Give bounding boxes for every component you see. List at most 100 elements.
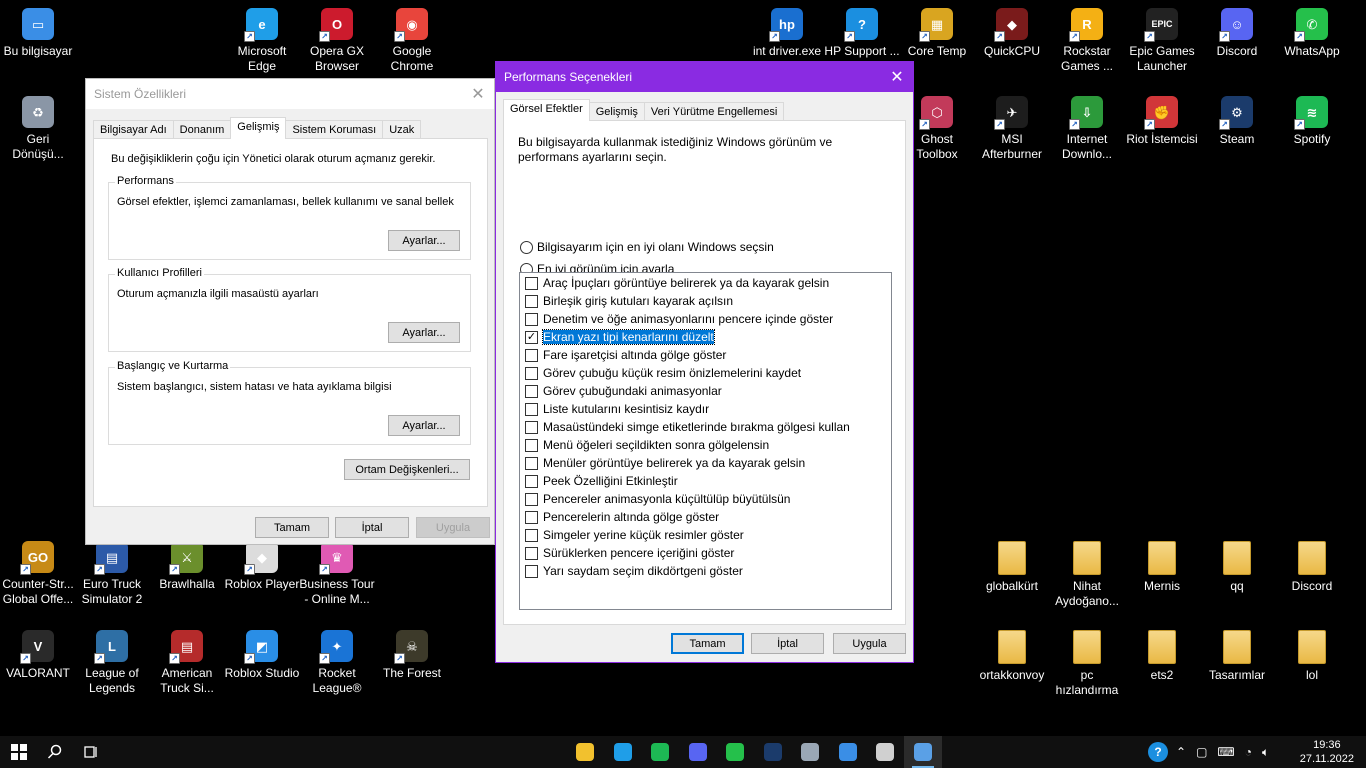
- checkbox-icon[interactable]: [525, 276, 538, 290]
- desktop-icon-hp-support[interactable]: ? ↗ HP Support ...: [824, 8, 900, 59]
- desktop-icon-mernis[interactable]: Mernis: [1124, 541, 1200, 594]
- taskbar-app-7[interactable]: [829, 736, 867, 768]
- desktop-icon-whatsapp[interactable]: ✆ ↗ WhatsApp: [1274, 8, 1350, 59]
- desktop-icon-business-tour[interactable]: ♛ ↗ Business Tour - Online M...: [299, 541, 375, 607]
- visual-effect-option[interactable]: Denetim ve öğe animasyonlarını pencere i…: [525, 310, 833, 328]
- desktop-icon-opera[interactable]: O ↗ Opera GX Browser: [299, 8, 375, 74]
- volume-icon[interactable]: 🔈︎: [1262, 745, 1269, 760]
- start-button[interactable]: [0, 736, 38, 768]
- visual-effect-option[interactable]: Pencerelerin altında gölge göster: [525, 508, 719, 526]
- visual-effect-option[interactable]: Görev çubuğu küçük resim önizlemelerini …: [525, 364, 801, 382]
- desktop-icon-pc-hizlandirma[interactable]: pc hızlandırma: [1049, 630, 1125, 698]
- visual-effects-radio-0[interactable]: Bilgisayarım için en iyi olanı Windows s…: [520, 240, 774, 254]
- checkbox-checked-icon[interactable]: ✓: [525, 330, 538, 344]
- desktop-icon-csgo[interactable]: GO ↗ Counter-Str... Global Offe...: [0, 541, 76, 607]
- desktop-icon-roblox-studio[interactable]: ◩ ↗ Roblox Studio: [224, 630, 300, 681]
- taskbar-app-3[interactable]: [679, 736, 717, 768]
- search-button[interactable]: [36, 736, 74, 768]
- checkbox-icon[interactable]: [525, 366, 538, 380]
- checkbox-icon[interactable]: [525, 420, 538, 434]
- system-properties-tab-2[interactable]: Gelişmiş: [230, 117, 287, 139]
- desktop-icon-ets2-folder[interactable]: ets2: [1124, 630, 1200, 683]
- performance-options-titlebar[interactable]: Performans Seçenekleri: [496, 62, 913, 92]
- desktop-icon-ortakkonvoy[interactable]: ortakkonvoy: [974, 630, 1050, 683]
- checkbox-icon[interactable]: [525, 402, 538, 416]
- checkbox-icon[interactable]: [525, 474, 538, 488]
- visual-effect-option[interactable]: Liste kutularını kesintisiz kaydır: [525, 400, 709, 418]
- system-properties-tab-4[interactable]: Uzak: [382, 120, 422, 139]
- radio-button-icon[interactable]: [520, 240, 533, 254]
- desktop-icon-brawlhalla[interactable]: ⚔ ↗ Brawlhalla: [149, 541, 225, 592]
- desktop-icon-ats[interactable]: ▤ ↗ American Truck Si...: [149, 630, 225, 696]
- desktop-icon-edge[interactable]: e ↗ Microsoft Edge: [224, 8, 300, 74]
- desktop-icon-roblox-player[interactable]: ◆ ↗ Roblox Player: [224, 541, 300, 592]
- network-icon[interactable]: ◔: [1245, 745, 1252, 759]
- taskbar-app-1[interactable]: [604, 736, 642, 768]
- system-properties-tab-0[interactable]: Bilgisayar Adı: [93, 120, 174, 139]
- desktop-icon-int-driver[interactable]: hp ↗ int driver.exe: [749, 8, 825, 59]
- desktop-icon-lol[interactable]: L ↗ League of Legends: [74, 630, 150, 696]
- taskbar-app-8[interactable]: [866, 736, 904, 768]
- performance-options-tab-1[interactable]: Gelişmiş: [588, 102, 645, 121]
- checkbox-icon[interactable]: [525, 456, 538, 470]
- taskbar-app-5[interactable]: [754, 736, 792, 768]
- keyboard-icon[interactable]: ⌨: [1217, 745, 1234, 759]
- checkbox-icon[interactable]: [525, 546, 538, 560]
- visual-effect-option[interactable]: Menüler görüntüye belirerek ya da kayara…: [525, 454, 805, 472]
- notifications-icon[interactable]: [1358, 736, 1366, 768]
- startup-recovery-settings-button[interactable]: Ayarlar...: [388, 415, 460, 436]
- desktop-icon-spotify[interactable]: ≋ ↗ Spotify: [1274, 96, 1350, 147]
- checkbox-icon[interactable]: [525, 348, 538, 362]
- checkbox-icon[interactable]: [525, 312, 538, 326]
- clock[interactable]: 19:36 27.11.2022: [1300, 738, 1354, 766]
- desktop-icon-geri-donusum[interactable]: ♻ Geri Dönüşü...: [0, 96, 76, 162]
- taskbar-app-6[interactable]: [791, 736, 829, 768]
- visual-effect-option[interactable]: Görev çubuğundaki animasyonlar: [525, 382, 722, 400]
- desktop-icon-internet-download[interactable]: ⇩ ↗ Internet Downlo...: [1049, 96, 1125, 162]
- visual-effect-option[interactable]: Simgeler yerine küçük resimler göster: [525, 526, 744, 544]
- desktop-icon-qq[interactable]: qq: [1199, 541, 1275, 594]
- desktop-icon-core-temp[interactable]: ▦ ↗ Core Temp: [899, 8, 975, 59]
- desktop-icon-globalkurt[interactable]: globalkürt: [974, 541, 1050, 594]
- desktop-icon-bu-bilgisayar[interactable]: ▭ Bu bilgisayar: [0, 8, 76, 59]
- task-view-button[interactable]: [72, 736, 110, 768]
- desktop-icon-rocket-league[interactable]: ✦ ↗ Rocket League®: [299, 630, 375, 696]
- desktop-icon-discord-folder[interactable]: Discord: [1274, 541, 1350, 594]
- checkbox-icon[interactable]: [525, 438, 538, 452]
- taskbar-app-2[interactable]: [641, 736, 679, 768]
- visual-effect-option[interactable]: Peek Özelliğini Etkinleştir: [525, 472, 678, 490]
- desktop-icon-lol-folder[interactable]: lol: [1274, 630, 1350, 683]
- close-icon[interactable]: ✕: [881, 62, 913, 92]
- visual-effect-option[interactable]: Sürüklerken pencere içeriğini göster: [525, 544, 734, 562]
- close-icon[interactable]: ✕: [462, 79, 494, 109]
- system-properties-ok-button[interactable]: Tamam: [255, 517, 329, 538]
- visual-effect-option[interactable]: ✓ Ekran yazı tipi kenarlarını düzelt: [525, 328, 715, 346]
- performance-settings-button[interactable]: Ayarlar...: [388, 230, 460, 251]
- desktop-icon-the-forest[interactable]: ☠ ↗ The Forest: [374, 630, 450, 681]
- desktop-icon-rockstar[interactable]: R ↗ Rockstar Games ...: [1049, 8, 1125, 74]
- visual-effect-option[interactable]: Masaüstündeki simge etiketlerinde bırakm…: [525, 418, 850, 436]
- performance-options-apply-button[interactable]: Uygula: [833, 633, 906, 654]
- desktop-icon-riot[interactable]: ✊ ↗ Riot İstemcisi: [1124, 96, 1200, 147]
- visual-effects-options-list[interactable]: Araç İpuçları görüntüye belirerek ya da …: [519, 272, 892, 610]
- checkbox-icon[interactable]: [525, 528, 538, 542]
- meet-now-icon[interactable]: ▢: [1196, 745, 1207, 759]
- desktop-icon-msi-afterburner[interactable]: ✈ ↗ MSI Afterburner: [974, 96, 1050, 162]
- environment-variables-button[interactable]: Ortam Değişkenleri...: [344, 459, 470, 480]
- checkbox-icon[interactable]: [525, 510, 538, 524]
- desktop-icon-valorant[interactable]: V ↗ VALORANT: [0, 630, 76, 681]
- system-properties-apply-button[interactable]: Uygula: [416, 517, 490, 538]
- visual-effect-option[interactable]: Pencereler animasyonla küçültülüp büyütü…: [525, 490, 790, 508]
- system-properties-cancel-button[interactable]: İptal: [335, 517, 409, 538]
- user-profiles-settings-button[interactable]: Ayarlar...: [388, 322, 460, 343]
- taskbar-app-0[interactable]: [566, 736, 604, 768]
- desktop-icon-epic[interactable]: EPIC ↗ Epic Games Launcher: [1124, 8, 1200, 74]
- system-properties-tab-3[interactable]: Sistem Koruması: [285, 120, 384, 139]
- performance-options-tab-0[interactable]: Görsel Efektler: [503, 99, 590, 121]
- system-properties-tab-1[interactable]: Donanım: [172, 120, 232, 139]
- checkbox-icon[interactable]: [525, 564, 538, 578]
- performance-options-ok-button[interactable]: Tamam: [671, 633, 744, 654]
- taskbar-app-9[interactable]: [903, 736, 942, 768]
- visual-effect-option[interactable]: Araç İpuçları görüntüye belirerek ya da …: [525, 274, 829, 292]
- visual-effect-option[interactable]: Fare işaretçisi altında gölge göster: [525, 346, 726, 364]
